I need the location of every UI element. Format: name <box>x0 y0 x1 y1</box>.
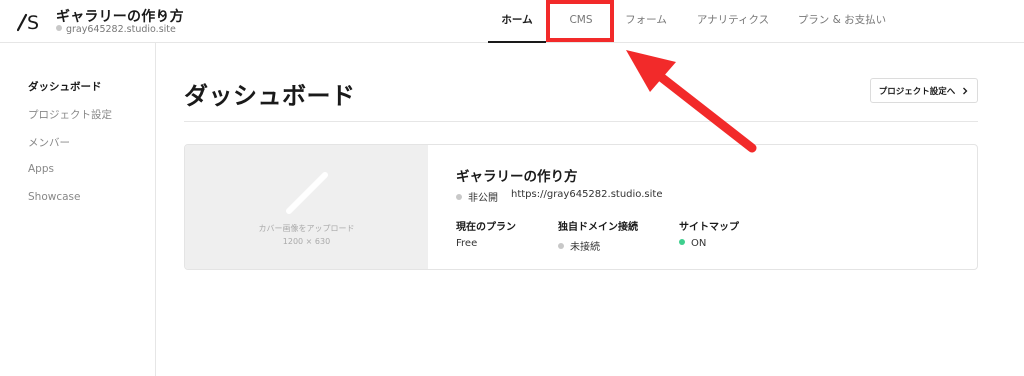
sidebar-item-members[interactable]: メンバー <box>28 135 70 150</box>
plan-label: 現在のプラン <box>456 222 516 233</box>
project-card: カバー画像をアップロード 1200 × 630 ギャラリーの作り方 非公開 ht… <box>184 144 978 270</box>
domain-label: 独自ドメイン接続 <box>558 222 638 233</box>
cover-upload-label: カバー画像をアップロード <box>258 224 355 233</box>
image-placeholder-icon <box>286 172 328 214</box>
studio-logo-icon[interactable]: S <box>17 10 43 32</box>
sitemap-label: サイトマップ <box>679 222 739 233</box>
domain-value-text: 未接続 <box>570 242 600 253</box>
page-title: ダッシュボード <box>184 82 356 110</box>
plan-value: Free <box>456 238 478 249</box>
title-divider <box>184 121 978 122</box>
cover-size-label: 1200 × 630 <box>282 237 331 246</box>
visibility-status: 非公開 <box>456 189 498 204</box>
project-title: ギャラリーの作り方 <box>456 169 578 185</box>
tab-plan-billing[interactable]: プラン & お支払い <box>790 0 894 43</box>
sidebar: ダッシュボード プロジェクト設定 メンバー Apps Showcase <box>0 43 156 376</box>
annotation-arrow-icon <box>626 50 757 153</box>
sidebar-item-apps[interactable]: Apps <box>28 163 54 175</box>
sitemap-value: ON <box>679 238 706 249</box>
site-url: gray645282.studio.site <box>56 24 176 35</box>
project-url-link[interactable]: https://gray645282.studio.site <box>511 189 662 200</box>
sitemap-status-dot <box>679 239 685 245</box>
domain-status-dot <box>558 243 564 249</box>
domain-value: 未接続 <box>558 238 600 253</box>
visibility-label: 非公開 <box>468 193 498 204</box>
cover-image-upload[interactable]: カバー画像をアップロード 1200 × 630 <box>185 145 428 269</box>
sidebar-item-showcase[interactable]: Showcase <box>28 191 80 203</box>
sidebar-item-project-settings[interactable]: プロジェクト設定 <box>28 107 112 122</box>
site-url-text: gray645282.studio.site <box>66 24 176 35</box>
tab-home[interactable]: ホーム <box>488 0 546 43</box>
sitemap-value-text: ON <box>691 238 707 249</box>
sidebar-item-dashboard[interactable]: ダッシュボード <box>28 79 102 94</box>
visibility-dot <box>456 194 462 200</box>
chevron-right-icon <box>963 87 968 94</box>
project-settings-button[interactable]: プロジェクト設定へ <box>870 78 978 103</box>
site-status-dot <box>56 25 62 31</box>
svg-text:S: S <box>27 12 39 32</box>
top-bar: S ギャラリーの作り方 gray645282.studio.site ホーム C… <box>0 0 1024 43</box>
project-settings-button-label: プロジェクト設定へ <box>878 86 956 97</box>
chevron-down-icon[interactable] <box>158 10 168 20</box>
